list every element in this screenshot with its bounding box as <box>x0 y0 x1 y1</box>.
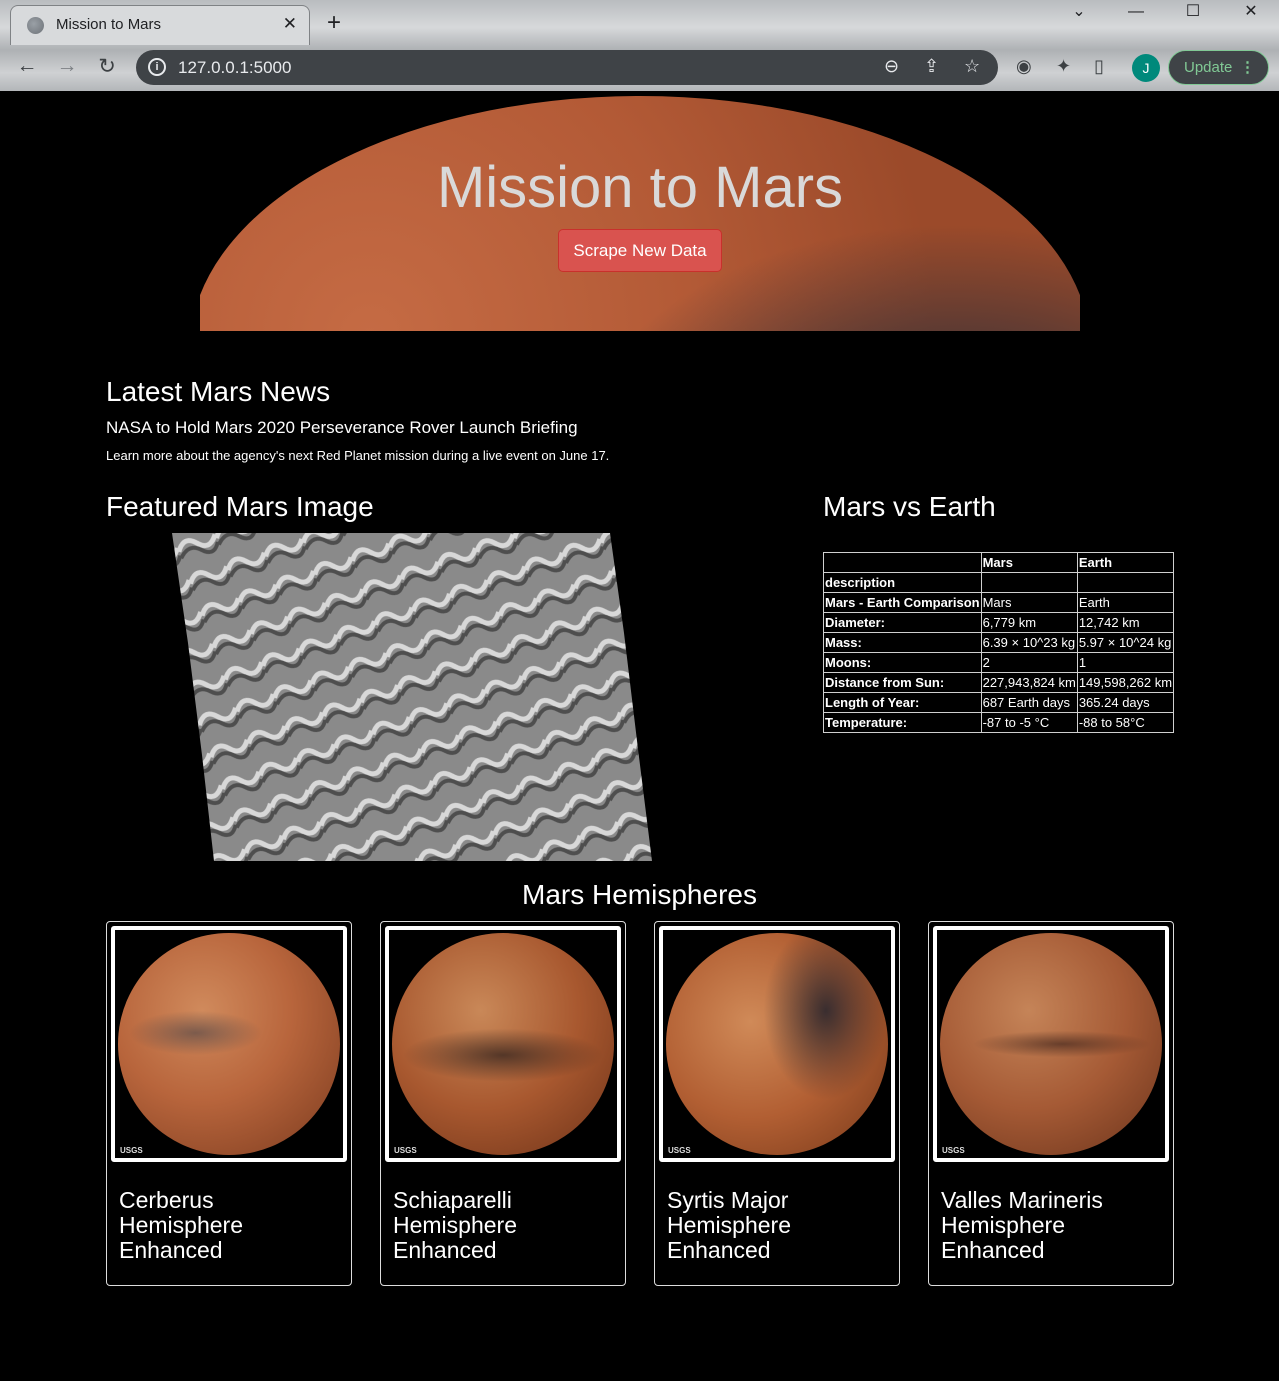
table-cell: 6.39 × 10^23 kg <box>980 632 1078 653</box>
close-window-icon[interactable]: ✕ <box>1228 0 1274 24</box>
browser-chrome: Mission to Mars ✕ + ⌄ — ☐ ✕ ← → ↻ i 127.… <box>0 0 1279 91</box>
table-row: Temperature: -87 to -5 °C -88 to 58°C <box>823 712 1175 733</box>
hemispheres-heading: Mars Hemispheres <box>522 879 757 910</box>
star-icon[interactable]: ☆ <box>964 56 980 77</box>
schiaparelli-globe-image <box>392 933 614 1155</box>
table-cell: 149,598,262 km <box>1076 672 1175 693</box>
hemisphere-title[interactable]: Schiaparelli Hemisphere Enhanced <box>393 1188 613 1263</box>
table-row-label: Mass: <box>823 632 982 653</box>
table-row-label: Distance from Sun: <box>823 672 982 693</box>
close-icon[interactable]: ✕ <box>283 14 297 34</box>
hemisphere-card-cerberus[interactable]: USGS Cerberus Hemisphere Enhanced <box>106 921 352 1286</box>
facts-heading: Mars vs Earth <box>823 491 996 522</box>
table-cell: 365.24 days <box>1076 692 1175 713</box>
usgs-logo: USGS <box>394 1146 417 1155</box>
table-header <box>823 552 982 573</box>
usgs-logo: USGS <box>942 1146 965 1155</box>
table-cell: 5.97 × 10^24 kg <box>1076 632 1175 653</box>
address-bar[interactable]: i 127.0.0.1:5000 ⊖ ⇪ ☆ <box>136 50 998 85</box>
update-label: Update <box>1184 59 1233 76</box>
table-row: Mass: 6.39 × 10^23 kg 5.97 × 10^24 kg <box>823 632 1175 653</box>
page-content: Mission to Mars Scrape New Data Latest M… <box>0 91 1279 1381</box>
share-icon[interactable]: ⇪ <box>924 56 939 77</box>
globe-icon <box>27 17 44 34</box>
cerberus-globe-image <box>118 933 340 1155</box>
chevron-down-icon[interactable]: ⌄ <box>1056 0 1102 24</box>
valles-marineris-globe-image <box>940 933 1162 1155</box>
table-row-label: Mars - Earth Comparison <box>823 592 982 613</box>
update-button[interactable]: Update ⋮ <box>1168 50 1269 85</box>
news-paragraph: Learn more about the agency's next Red P… <box>106 448 610 463</box>
table-row-label: Diameter: <box>823 612 982 633</box>
featured-image-heading: Featured Mars Image <box>106 491 374 522</box>
table-cell: 6,779 km <box>980 612 1078 633</box>
maximize-icon[interactable]: ☐ <box>1170 0 1216 24</box>
table-header: Mars <box>980 552 1078 573</box>
table-cell: 227,943,824 km <box>980 672 1078 693</box>
hemisphere-thumbnail[interactable]: USGS <box>385 926 621 1162</box>
scrape-button[interactable]: Scrape New Data <box>558 229 722 272</box>
table-row-label: Moons: <box>823 652 982 673</box>
usgs-logo: USGS <box>120 1146 143 1155</box>
table-cell: Earth <box>1076 592 1175 613</box>
table-row: Moons: 2 1 <box>823 652 1175 673</box>
tab-title: Mission to Mars <box>56 16 162 33</box>
puzzle-icon[interactable]: ✦ <box>1056 56 1071 77</box>
info-icon[interactable]: i <box>148 58 166 76</box>
jumbotron: Mission to Mars Scrape New Data <box>200 96 1080 331</box>
mars-earth-table: Mars Earth description Mars - Earth Comp… <box>823 552 1175 733</box>
zoom-icon[interactable]: ⊖ <box>884 56 899 77</box>
table-row-label: Length of Year: <box>823 692 982 713</box>
table-cell: 12,742 km <box>1076 612 1175 633</box>
table-row: Mars - Earth Comparison Mars Earth <box>823 592 1175 613</box>
browser-tab[interactable]: Mission to Mars ✕ <box>10 5 310 45</box>
table-cell: Mars <box>980 592 1078 613</box>
extension-icon[interactable]: ◉ <box>1016 56 1032 77</box>
table-row: Diameter: 6,779 km 12,742 km <box>823 612 1175 633</box>
table-header: Earth <box>1076 552 1175 573</box>
syrtis-major-globe-image <box>666 933 888 1155</box>
url-text[interactable]: 127.0.0.1:5000 <box>178 58 291 78</box>
hemisphere-title[interactable]: Valles Marineris Hemisphere Enhanced <box>941 1188 1161 1263</box>
minimize-icon[interactable]: — <box>1113 0 1159 24</box>
hemisphere-thumbnail[interactable]: USGS <box>111 926 347 1162</box>
news-heading: Latest Mars News <box>106 376 331 407</box>
browser-toolbar: ← → ↻ i 127.0.0.1:5000 ⊖ ⇪ ☆ ◉ ✦ ▯ J Upd… <box>0 45 1279 91</box>
table-cell: -87 to -5 °C <box>980 712 1078 733</box>
table-row: description <box>823 572 1175 593</box>
forward-icon[interactable]: → <box>53 54 81 78</box>
reload-icon[interactable]: ↻ <box>93 54 121 79</box>
table-row-label: Temperature: <box>823 712 982 733</box>
hemisphere-thumbnail[interactable]: USGS <box>659 926 895 1162</box>
table-row-label: description <box>823 572 982 593</box>
hemisphere-card-syrtis-major[interactable]: USGS Syrtis Major Hemisphere Enhanced <box>654 921 900 1286</box>
hemisphere-card-valles-marineris[interactable]: USGS Valles Marineris Hemisphere Enhance… <box>928 921 1174 1286</box>
page-title: Mission to Mars <box>436 155 844 220</box>
table-cell: -88 to 58°C <box>1076 712 1175 733</box>
table-cell: 1 <box>1076 652 1175 673</box>
table-row: Length of Year: 687 Earth days 365.24 da… <box>823 692 1175 713</box>
more-icon[interactable]: ⋮ <box>1240 51 1255 84</box>
hemisphere-title[interactable]: Syrtis Major Hemisphere Enhanced <box>667 1188 887 1263</box>
avatar[interactable]: J <box>1132 54 1160 82</box>
table-cell <box>1076 572 1175 593</box>
usgs-logo: USGS <box>668 1146 691 1155</box>
hemisphere-card-schiaparelli[interactable]: USGS Schiaparelli Hemisphere Enhanced <box>380 921 626 1286</box>
table-cell: 687 Earth days <box>980 692 1078 713</box>
featured-mars-image <box>172 533 652 861</box>
table-cell: 2 <box>980 652 1078 673</box>
news-title: NASA to Hold Mars 2020 Perseverance Rove… <box>106 418 578 437</box>
table-cell <box>980 572 1078 593</box>
table-row: Distance from Sun: 227,943,824 km 149,59… <box>823 672 1175 693</box>
hemisphere-title[interactable]: Cerberus Hemisphere Enhanced <box>119 1188 339 1263</box>
sidebar-icon[interactable]: ▯ <box>1094 56 1104 77</box>
table-header-row: Mars Earth <box>823 552 1175 573</box>
back-icon[interactable]: ← <box>13 54 41 78</box>
new-tab-icon[interactable]: + <box>327 9 341 37</box>
hemisphere-thumbnail[interactable]: USGS <box>933 926 1169 1162</box>
